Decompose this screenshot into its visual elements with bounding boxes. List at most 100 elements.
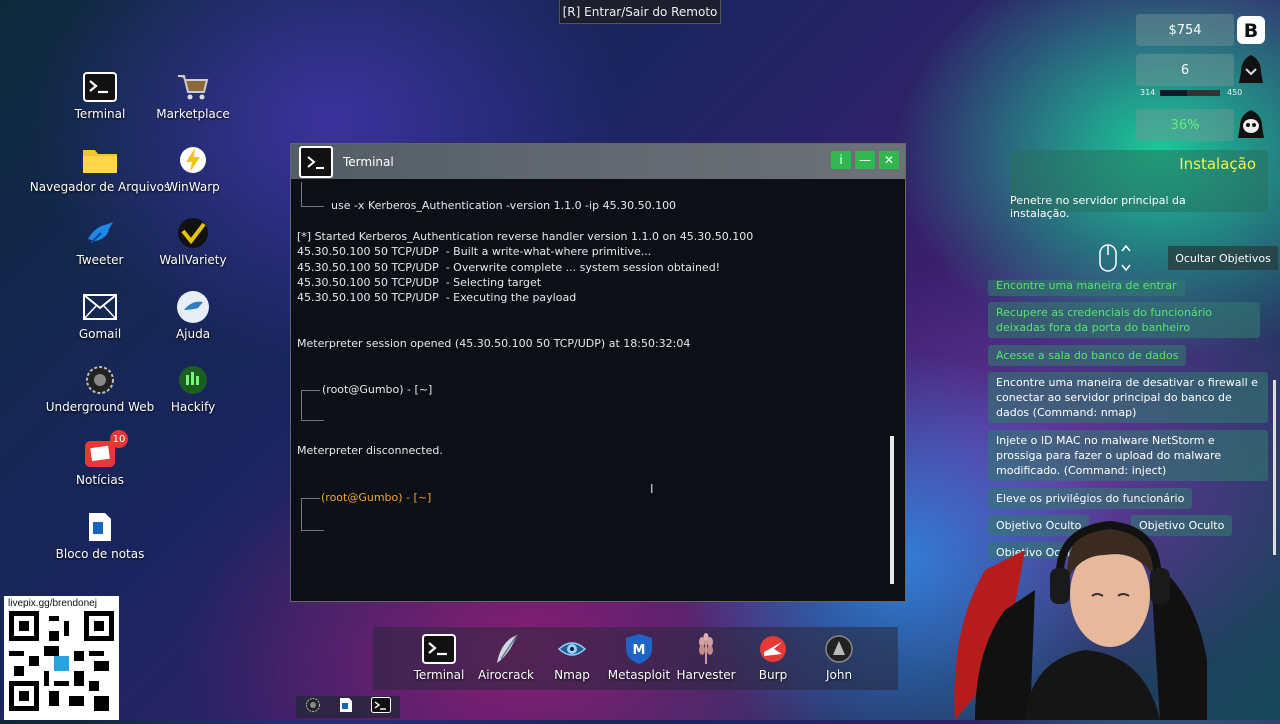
taskbar-item-terminal[interactable]: Terminal — [404, 633, 474, 682]
terminal-line: 45.30.50.100 50 TCP/UDP - Selecting targ… — [297, 276, 542, 289]
wallvariety-icon — [175, 216, 211, 250]
objectives-title: Instalação — [1179, 155, 1256, 173]
lightning-icon — [175, 143, 211, 177]
qr-code-overlay: livepix.gg/brendonej — [4, 596, 119, 720]
terminal-output[interactable]: use -x Kerberos_Authentication -version … — [291, 179, 905, 601]
objective-item: Encontre uma maneira de entrar — [988, 280, 1185, 296]
desktop-icon-noticias[interactable]: 10 Notícias — [35, 430, 165, 487]
taskbar-label: Burp — [758, 668, 788, 682]
prompt-branch — [301, 498, 324, 531]
objective-item: Encontre uma maneira de desativar o fire… — [988, 372, 1268, 423]
taskbar-label: Harvester — [676, 668, 736, 682]
terminal-line: 45.30.50.100 50 TCP/UDP - Overwrite comp… — [297, 261, 721, 274]
airocrack-icon — [489, 633, 523, 665]
taskbar-label: Terminal — [413, 668, 465, 682]
eye-icon — [555, 633, 589, 665]
xp-bar — [1160, 90, 1220, 96]
folder-icon — [82, 143, 118, 177]
objective-item: Recupere as credenciais do funcionário d… — [988, 302, 1260, 338]
terminal-line: 45.30.50.100 50 TCP/UDP - Built a write-… — [297, 245, 652, 258]
prompt-branch — [301, 182, 324, 207]
close-button[interactable]: ✕ — [879, 151, 899, 169]
terminal-titlebar[interactable]: Terminal i — ✕ — [291, 144, 905, 179]
b-logo-icon: B — [1236, 15, 1266, 45]
taskbar-item-harvester[interactable]: Harvester — [671, 633, 741, 682]
detection-display: 36% — [1136, 109, 1234, 141]
level-display: 6 — [1136, 54, 1234, 86]
objectives-scrollbar[interactable] — [1273, 380, 1276, 555]
xp-progress: 314 450 — [1140, 87, 1253, 101]
taskbar-item-metasploit[interactable]: M Metasploit — [604, 633, 674, 682]
objective-item: Acesse a sala do banco de dados — [988, 345, 1187, 366]
text-cursor-icon: I — [650, 482, 654, 496]
taskbar-label: Airocrack — [478, 668, 534, 682]
terminal-window[interactable]: Terminal i — ✕ use -x Kerberos_Authentic… — [290, 143, 906, 602]
notepad-icon — [82, 510, 118, 544]
desktop-icon-notepad[interactable]: Bloco de notas — [35, 510, 165, 561]
metasploit-icon: M — [622, 633, 656, 665]
bird-icon — [82, 216, 118, 250]
taskbar-item-john[interactable]: John — [804, 633, 874, 682]
mail-icon — [82, 290, 118, 324]
burp-icon — [756, 633, 790, 665]
notification-badge: 10 — [110, 430, 128, 448]
active-prompt-line: (root@Gumbo) - [~] — [321, 491, 432, 504]
remote-toggle-label: [R] Entrar/Sair do Remoto — [559, 0, 721, 24]
xp-min: 314 — [1140, 88, 1156, 97]
svg-text:M: M — [633, 643, 646, 658]
objectives-header: Instalação Penetre no servidor principal… — [1010, 150, 1268, 220]
desktop-icon-label: Tweeter — [76, 253, 124, 267]
xp-fill — [1160, 90, 1187, 96]
underground-icon[interactable] — [305, 697, 321, 717]
terminal-line: Meterpreter session opened (45.30.50.100… — [297, 337, 691, 350]
objectives-description: Penetre no servidor principal da instala… — [1010, 194, 1186, 220]
qr-code-icon — [9, 611, 114, 711]
cart-icon — [175, 70, 211, 104]
taskbar-item-airocrack[interactable]: Airocrack — [471, 633, 541, 682]
terminal-title: Terminal — [343, 154, 394, 169]
desktop-icon-hackify[interactable]: Hackify — [128, 363, 258, 414]
info-button[interactable]: i — [831, 151, 851, 169]
desktop-icon-ajuda[interactable]: Ajuda — [128, 290, 258, 341]
taskbar-item-nmap[interactable]: Nmap — [537, 633, 607, 682]
john-icon — [822, 633, 856, 665]
hide-objectives-button[interactable]: Ocultar Objetivos — [1168, 246, 1278, 270]
prompt-line: (root@Gumbo) - [~] — [322, 383, 433, 396]
terminal-icon[interactable] — [371, 697, 391, 717]
objective-item: Eleve os privilégios do funcionário — [988, 488, 1193, 509]
notepad-icon[interactable] — [339, 697, 353, 717]
taskbar-label: Nmap — [554, 668, 590, 682]
taskbar-item-burp[interactable]: Burp — [738, 633, 808, 682]
terminal-icon — [299, 145, 333, 178]
desktop-icon-wallvariety[interactable]: WallVariety — [128, 216, 258, 267]
terminal-line: use -x Kerberos_Authentication -version … — [331, 199, 677, 212]
minimize-button[interactable]: — — [855, 151, 875, 169]
desktop-icon-label: Ajuda — [175, 327, 211, 341]
taskbar: Terminal Airocrack Nmap M Metasploit Har… — [373, 627, 898, 690]
desktop-icon-marketplace[interactable]: Marketplace — [128, 70, 258, 121]
svg-text:B: B — [1244, 20, 1258, 42]
xp-max: 450 — [1227, 88, 1243, 97]
open-apps-bar — [296, 696, 400, 718]
news-icon: 10 — [82, 430, 128, 470]
underground-icon — [82, 363, 118, 397]
hackify-icon — [175, 363, 211, 397]
desktop-icon-label: Marketplace — [156, 107, 230, 121]
qr-label: livepix.gg/brendonej — [8, 598, 97, 609]
desktop-icon-winwarp[interactable]: WinWarp — [128, 143, 258, 194]
terminal-line: 45.30.50.100 50 TCP/UDP - Executing the … — [297, 291, 577, 304]
desktop-icon-label: WallVariety — [159, 253, 227, 267]
taskbar-label: John — [825, 668, 853, 682]
terminal-scrollbar[interactable] — [890, 436, 894, 584]
hooded-hacker-icon — [1236, 54, 1266, 84]
webcam-overlay — [945, 510, 1215, 720]
wheat-icon — [689, 633, 723, 665]
taskbar-label: Metasploit — [607, 668, 671, 682]
skull-icon — [1236, 109, 1266, 139]
help-icon — [175, 290, 211, 324]
terminal-line: Meterpreter disconnected. — [297, 444, 443, 457]
money-display: $754 — [1136, 14, 1234, 46]
desktop-icon-label: Gomail — [78, 327, 122, 341]
desktop-icon-label: Notícias — [76, 473, 124, 487]
terminal-icon — [82, 70, 118, 104]
